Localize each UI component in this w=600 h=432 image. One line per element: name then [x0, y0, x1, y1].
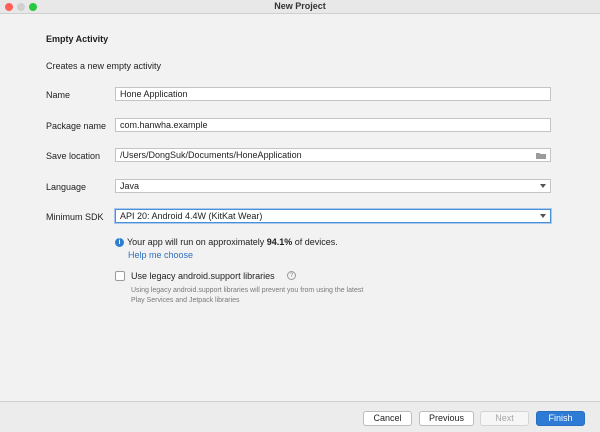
legacy-libraries-label[interactable]: Use legacy android.support libraries [131, 271, 275, 281]
help-question-icon[interactable]: ? [287, 271, 296, 280]
title-bar: New Project [0, 0, 600, 14]
package-name-field[interactable] [115, 118, 551, 132]
minimum-sdk-value: API 20: Android 4.4W (KitKat Wear) [120, 211, 263, 221]
language-value: Java [120, 181, 140, 191]
chevron-down-icon [540, 214, 546, 218]
finish-button[interactable]: Finish [536, 411, 585, 426]
save-location-value: /Users/DongSuk/Documents/HoneApplication [120, 150, 302, 160]
minimum-sdk-select[interactable]: API 20: Android 4.4W (KitKat Wear) [115, 209, 551, 223]
minimum-sdk-label: Minimum SDK [46, 212, 104, 222]
info-icon: i [115, 238, 124, 248]
form-panel: Empty Activity Creates a new empty activ… [0, 14, 600, 401]
save-location-label: Save location [46, 151, 101, 161]
folder-icon[interactable] [536, 152, 546, 159]
template-description: Creates a new empty activity [46, 61, 162, 71]
dialog-footer: Cancel Previous Next Finish [0, 401, 600, 432]
previous-button[interactable]: Previous [419, 411, 474, 426]
template-heading: Empty Activity [46, 34, 109, 44]
package-name-label: Package name [46, 121, 107, 131]
save-location-field[interactable]: /Users/DongSuk/Documents/HoneApplication [115, 148, 551, 162]
chevron-down-icon [540, 184, 546, 188]
name-field[interactable] [115, 87, 551, 101]
name-label: Name [46, 90, 71, 100]
language-label: Language [46, 182, 87, 192]
help-me-choose-link[interactable]: Help me choose [128, 250, 193, 260]
legacy-libraries-hint: Using legacy android.support libraries w… [131, 287, 364, 304]
cancel-button[interactable]: Cancel [363, 411, 412, 426]
info-suffix: of devices. [292, 237, 338, 247]
info-prefix: Your app will run on approximately [127, 237, 267, 247]
window-title: New Project [274, 1, 326, 11]
new-project-window: New Project Empty Activity Creates a new… [0, 0, 600, 432]
next-button[interactable]: Next [480, 411, 529, 426]
device-coverage-info: i Your app will run on approximately 94.1… [115, 237, 338, 248]
language-select[interactable]: Java [115, 179, 551, 193]
info-percent: 94.1% [266, 237, 293, 247]
legacy-libraries-checkbox[interactable] [115, 271, 125, 281]
